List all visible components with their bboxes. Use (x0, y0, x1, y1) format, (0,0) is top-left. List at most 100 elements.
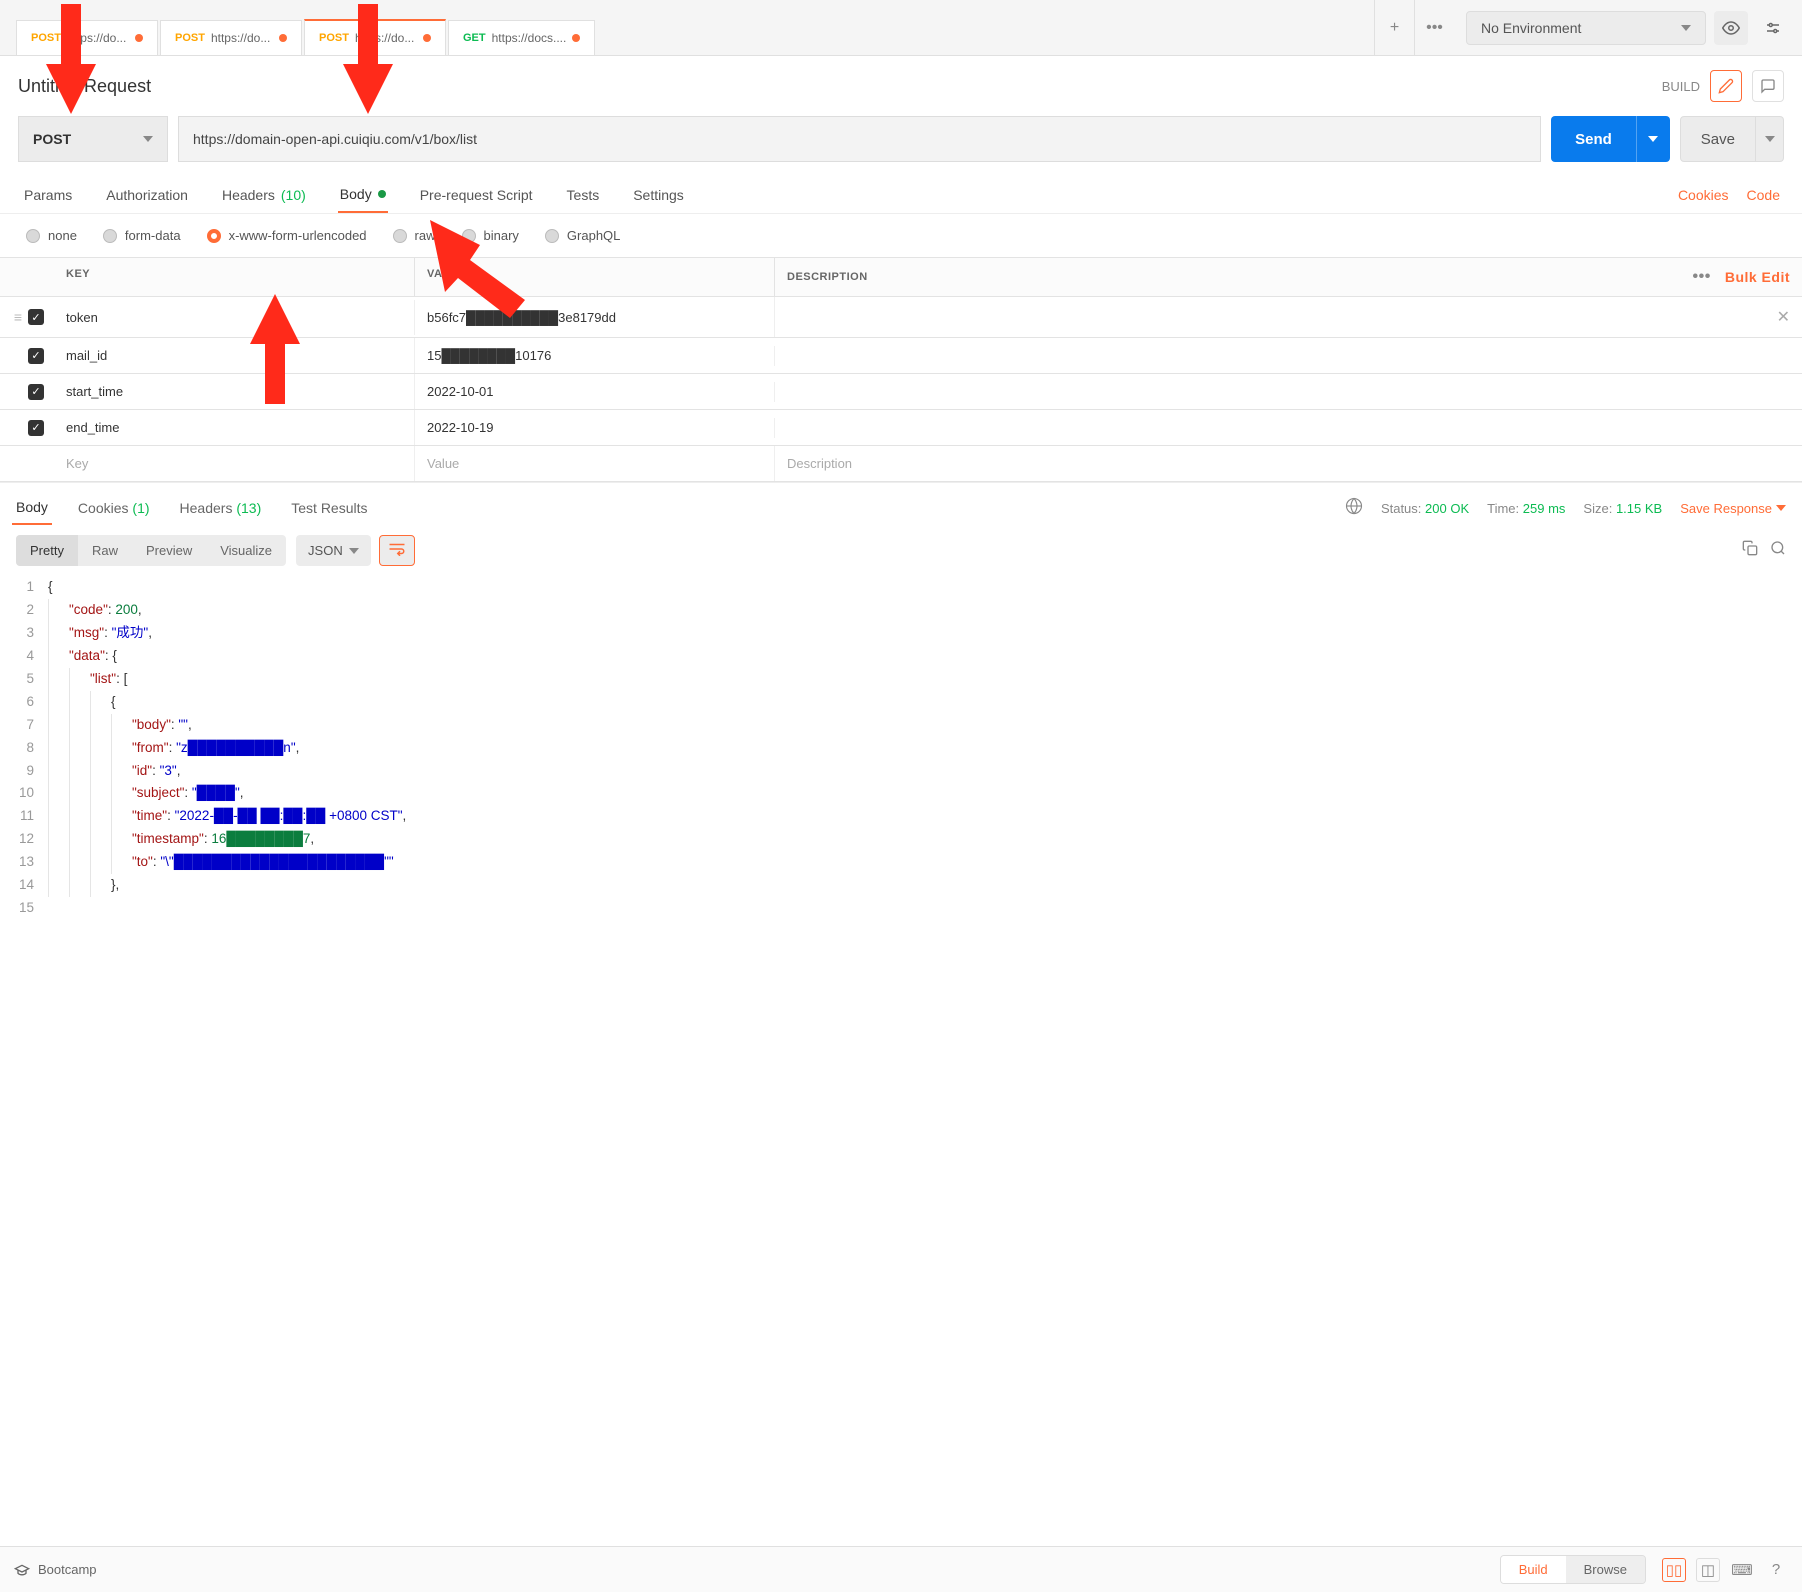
bulk-edit-link[interactable]: Bulk Edit (1725, 269, 1790, 285)
keyboard-icon[interactable]: ⌨ (1730, 1558, 1754, 1582)
save-response-button[interactable]: Save Response (1680, 501, 1786, 516)
help-icon[interactable]: ? (1764, 1558, 1788, 1582)
send-dropdown[interactable] (1636, 116, 1670, 162)
unsaved-dot-icon (279, 34, 287, 42)
new-key-input[interactable]: Key (54, 446, 414, 481)
row-checkbox[interactable]: ✓ (28, 384, 44, 400)
param-key[interactable]: start_time (54, 374, 414, 409)
new-tab-button[interactable]: + (1374, 0, 1414, 55)
request-tab[interactable]: POSThttps://do... (160, 20, 302, 55)
method-badge: POST (31, 32, 61, 44)
save-button[interactable]: Save (1680, 116, 1756, 162)
response-body-viewer[interactable]: { "code": 200, "msg": "成功", "data": { "l… (48, 576, 1802, 920)
request-tab[interactable]: POSThttps://do... (16, 20, 158, 55)
environment-label: No Environment (1481, 20, 1581, 36)
response-tab-test-results[interactable]: Test Results (287, 492, 371, 524)
view-preview[interactable]: Preview (132, 535, 206, 566)
body-type-form-data[interactable]: form-data (103, 228, 181, 243)
environment-preview-icon[interactable] (1714, 11, 1748, 45)
tab-overflow-button[interactable]: ••• (1414, 0, 1454, 55)
response-tab-cookies[interactable]: Cookies (1) (74, 492, 154, 524)
new-desc-input[interactable]: Description (774, 446, 1802, 481)
method-select[interactable]: POST (18, 116, 168, 162)
request-tab[interactable]: POSThttps://do... (304, 19, 446, 55)
tab-tests[interactable]: Tests (565, 177, 602, 213)
search-icon[interactable] (1770, 540, 1786, 561)
column-key: KEY (54, 258, 414, 296)
comment-icon[interactable] (1752, 70, 1784, 102)
tab-settings[interactable]: Settings (631, 177, 686, 213)
method-badge: POST (319, 32, 349, 44)
wrap-lines-button[interactable] (379, 535, 415, 566)
save-dropdown[interactable] (1756, 116, 1784, 162)
environment-select[interactable]: No Environment (1466, 11, 1706, 45)
view-mode-toggle: Pretty Raw Preview Visualize (16, 535, 286, 566)
edit-icon[interactable] (1710, 70, 1742, 102)
param-key[interactable]: end_time (54, 410, 414, 445)
caret-down-icon (143, 136, 153, 142)
network-icon[interactable] (1345, 497, 1363, 520)
column-value: VALUE (414, 258, 774, 296)
panel-single-icon[interactable]: ▯▯ (1662, 1558, 1686, 1582)
bootcamp-button[interactable]: Bootcamp (14, 1562, 97, 1578)
param-value[interactable]: 2022-10-19 (414, 410, 774, 445)
url-input[interactable] (178, 116, 1541, 162)
body-type-raw[interactable]: raw (393, 228, 436, 243)
cookies-link[interactable]: Cookies (1678, 187, 1729, 203)
table-row: ✓ mail_id 15████████10176 (0, 338, 1802, 374)
view-pretty[interactable]: Pretty (16, 535, 78, 566)
method-badge: GET (463, 32, 486, 44)
unsaved-dot-icon (572, 34, 580, 42)
panel-split-icon[interactable]: ◫ (1696, 1558, 1720, 1582)
param-desc[interactable] (774, 346, 1802, 366)
footer-browse[interactable]: Browse (1566, 1556, 1645, 1583)
tabs-container: POSThttps://do...POSThttps://do...POSTht… (0, 0, 1374, 55)
table-row: ✓ start_time 2022-10-01 (0, 374, 1802, 410)
delete-row-icon[interactable]: ✕ (1777, 307, 1790, 327)
response-tab-headers[interactable]: Headers (13) (176, 492, 266, 524)
param-desc[interactable] (774, 418, 1802, 438)
tab-prerequest[interactable]: Pre-request Script (418, 177, 535, 213)
footer-build[interactable]: Build (1501, 1556, 1566, 1583)
tab-headers[interactable]: Headers (10) (220, 177, 308, 213)
unsaved-dot-icon (135, 34, 143, 42)
body-type-none[interactable]: none (26, 228, 77, 243)
view-raw[interactable]: Raw (78, 535, 132, 566)
send-button[interactable]: Send (1551, 116, 1636, 162)
caret-down-icon (1681, 25, 1691, 31)
build-link[interactable]: BUILD (1662, 79, 1700, 94)
caret-down-icon (349, 548, 359, 554)
body-type-binary[interactable]: binary (462, 228, 519, 243)
settings-sliders-icon[interactable] (1756, 11, 1790, 45)
tab-authorization[interactable]: Authorization (104, 177, 190, 213)
tab-body[interactable]: Body (338, 176, 388, 213)
method-badge: POST (175, 32, 205, 44)
body-type-urlencoded[interactable]: x-www-form-urlencoded (207, 228, 367, 243)
param-key[interactable]: token (54, 300, 414, 335)
column-options-icon[interactable]: ••• (1693, 268, 1711, 286)
caret-down-icon (1765, 136, 1775, 142)
param-desc[interactable]: ✕ (774, 297, 1802, 337)
new-value-input[interactable]: Value (414, 446, 774, 481)
view-visualize[interactable]: Visualize (206, 535, 286, 566)
format-select[interactable]: JSON (296, 535, 371, 566)
body-type-graphql[interactable]: GraphQL (545, 228, 620, 243)
request-tab[interactable]: GEThttps://docs.... (448, 20, 595, 55)
param-value[interactable]: 2022-10-01 (414, 374, 774, 409)
method-label: POST (33, 131, 71, 147)
param-desc[interactable] (774, 382, 1802, 402)
row-checkbox[interactable]: ✓ (28, 348, 44, 364)
drag-handle-icon[interactable]: ≡ (14, 309, 22, 325)
caret-down-icon (1648, 136, 1658, 142)
response-tab-body[interactable]: Body (12, 491, 52, 525)
status-line: Status: 200 OK (1381, 501, 1469, 516)
copy-icon[interactable] (1742, 540, 1758, 561)
param-key[interactable]: mail_id (54, 338, 414, 373)
tab-params[interactable]: Params (22, 177, 74, 213)
param-value[interactable]: b56fc7██████████3e8179dd (414, 300, 774, 335)
code-link[interactable]: Code (1747, 187, 1780, 203)
param-value[interactable]: 15████████10176 (414, 338, 774, 373)
row-checkbox[interactable]: ✓ (28, 309, 44, 325)
row-checkbox[interactable]: ✓ (28, 420, 44, 436)
request-title[interactable]: Untitled Request (18, 76, 151, 97)
